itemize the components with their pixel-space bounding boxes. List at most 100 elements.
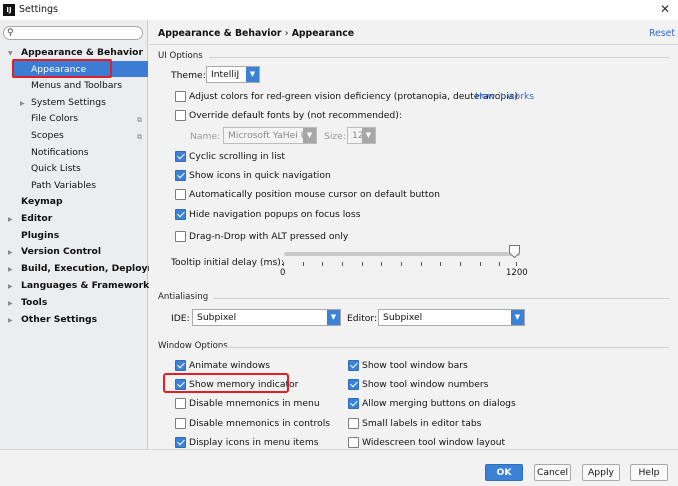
slider-max-label: 1200 xyxy=(506,268,528,278)
override-fonts-checkbox[interactable] xyxy=(175,110,186,121)
sidebar-item-notifications[interactable]: Notifications xyxy=(31,145,89,161)
divider xyxy=(209,57,669,58)
chevron-right-icon: ▶ xyxy=(8,283,13,290)
app-icon: IJ xyxy=(3,4,15,16)
slider-thumb[interactable] xyxy=(509,245,520,258)
search-input[interactable]: ⚲ xyxy=(3,26,143,40)
drag-n-drop-alt-checkbox[interactable] xyxy=(175,231,186,242)
tooltip-delay-slider[interactable] xyxy=(284,252,520,256)
disable-mnemonics-controls-checkbox[interactable] xyxy=(175,418,186,429)
title-bar: IJ Settings ✕ xyxy=(0,0,678,20)
sidebar-item-system-settings[interactable]: System Settings xyxy=(31,95,106,111)
show-tool-window-bars-label: Show tool window bars xyxy=(362,360,468,371)
how-it-works-link[interactable]: How it works xyxy=(475,91,534,102)
apply-button[interactable]: Apply xyxy=(582,464,620,481)
sidebar-item-version-control[interactable]: Version Control xyxy=(21,244,101,260)
adjust-colors-label: Adjust colors for red-green vision defic… xyxy=(189,91,518,102)
annotation-highlight xyxy=(12,59,112,78)
settings-sidebar: ⚲ ▼ Appearance & Behavior Appearance Men… xyxy=(0,20,174,449)
chevron-down-icon: ▼ xyxy=(511,310,524,325)
show-icons-nav-checkbox[interactable] xyxy=(175,170,186,181)
sidebar-item-menus-toolbars[interactable]: Menus and Toolbars xyxy=(31,78,122,94)
breadcrumb-parent: Appearance & Behavior xyxy=(158,28,282,39)
chevron-right-icon: ▶ xyxy=(8,216,13,223)
settings-content: Appearance & Behavior › Appearance Reset… xyxy=(149,20,678,449)
sidebar-item-other-settings[interactable]: Other Settings xyxy=(21,312,97,328)
divider xyxy=(221,347,669,348)
slider-tick xyxy=(401,262,402,266)
breadcrumb: Appearance & Behavior › Appearance xyxy=(158,28,354,39)
chevron-right-icon: ▶ xyxy=(8,317,13,324)
theme-label: Theme: xyxy=(171,70,206,81)
chevron-right-icon: ▶ xyxy=(20,100,25,107)
display-icons-menu-checkbox[interactable] xyxy=(175,437,186,448)
editor-antialias-select[interactable]: Subpixel ▼ xyxy=(378,309,525,326)
font-size-select[interactable]: 12 ▼ xyxy=(347,127,376,144)
theme-value: IntelliJ xyxy=(211,69,240,80)
ok-button[interactable]: OK xyxy=(485,464,523,481)
help-button[interactable]: Help xyxy=(630,464,668,481)
chevron-right-icon: ▶ xyxy=(8,300,13,307)
disable-mnemonics-menu-checkbox[interactable] xyxy=(175,398,186,409)
font-name-label: Name: xyxy=(190,131,221,142)
disable-mnemonics-controls-label: Disable mnemonics in controls xyxy=(189,418,331,429)
adjust-colors-checkbox[interactable] xyxy=(175,91,186,102)
chevron-right-icon: ▶ xyxy=(8,249,13,256)
font-name-value: Microsoft YaHei UI xyxy=(228,130,311,141)
sidebar-item-plugins[interactable]: Plugins xyxy=(21,228,59,244)
show-icons-nav-label: Show icons in quick navigation xyxy=(189,170,331,181)
chevron-down-icon: ▼ xyxy=(246,67,259,82)
tooltip-delay-label: Tooltip initial delay (ms): xyxy=(171,257,284,268)
chevron-down-icon: ▼ xyxy=(303,128,316,143)
slider-tick xyxy=(460,262,461,266)
sidebar-item-keymap[interactable]: Keymap xyxy=(21,194,63,210)
auto-position-mouse-checkbox[interactable] xyxy=(175,189,186,200)
small-labels-tabs-checkbox[interactable] xyxy=(348,418,359,429)
ide-antialias-select[interactable]: Subpixel ▼ xyxy=(192,309,341,326)
slider-min-label: 0 xyxy=(280,268,286,278)
sidebar-item-quick-lists[interactable]: Quick Lists xyxy=(31,161,81,177)
cancel-button[interactable]: Cancel xyxy=(534,464,571,481)
sidebar-item-languages[interactable]: Languages & Frameworks xyxy=(21,278,155,294)
theme-select[interactable]: IntelliJ ▼ xyxy=(206,66,260,83)
slider-tick xyxy=(381,262,382,266)
slider-tick xyxy=(440,262,441,266)
sidebar-item-path-variables[interactable]: Path Variables xyxy=(31,178,96,194)
cyclic-scrolling-checkbox[interactable] xyxy=(175,151,186,162)
dialog-footer: OK Cancel Apply Help xyxy=(0,449,678,486)
sidebar-item-file-colors[interactable]: File Colors xyxy=(31,111,78,127)
hide-nav-popups-label: Hide navigation popups on focus loss xyxy=(189,209,361,220)
slider-tick xyxy=(283,262,284,266)
search-icon: ⚲ xyxy=(7,28,14,38)
chevron-right-icon: ▶ xyxy=(8,266,13,273)
slider-tick xyxy=(516,262,517,266)
reset-link[interactable]: Reset xyxy=(649,28,675,39)
ide-antialias-label: IDE: xyxy=(171,313,190,324)
animate-windows-label: Animate windows xyxy=(189,360,271,371)
cyclic-scrolling-label: Cyclic scrolling in list xyxy=(189,151,286,162)
section-window-options: Window Options xyxy=(158,341,228,351)
sidebar-item-scopes[interactable]: Scopes xyxy=(31,128,64,144)
show-tool-window-numbers-checkbox[interactable] xyxy=(348,379,359,390)
sidebar-item-tools[interactable]: Tools xyxy=(21,295,47,311)
disable-mnemonics-menu-label: Disable mnemonics in menu xyxy=(189,398,320,409)
show-tool-window-bars-checkbox[interactable] xyxy=(348,360,359,371)
allow-merging-buttons-checkbox[interactable] xyxy=(348,398,359,409)
header-divider xyxy=(149,44,678,45)
show-tool-window-numbers-label: Show tool window numbers xyxy=(362,379,489,390)
section-antialiasing: Antialiasing xyxy=(158,292,209,302)
sidebar-item-editor[interactable]: Editor xyxy=(21,211,52,227)
project-icon: ⧉ xyxy=(137,133,142,141)
hide-nav-popups-checkbox[interactable] xyxy=(175,209,186,220)
widescreen-layout-checkbox[interactable] xyxy=(348,437,359,448)
animate-windows-checkbox[interactable] xyxy=(175,360,186,371)
chevron-down-icon: ▼ xyxy=(327,310,340,325)
chevron-down-icon: ▼ xyxy=(8,50,13,57)
font-name-select[interactable]: Microsoft YaHei UI ▼ xyxy=(223,127,317,144)
allow-merging-buttons-label: Allow merging buttons on dialogs xyxy=(362,398,516,409)
project-icon: ⧉ xyxy=(137,116,142,124)
override-fonts-label: Override default fonts by (not recommend… xyxy=(189,110,402,121)
divider xyxy=(213,298,669,299)
font-size-label: Size: xyxy=(324,131,346,142)
close-icon[interactable]: ✕ xyxy=(660,2,670,16)
